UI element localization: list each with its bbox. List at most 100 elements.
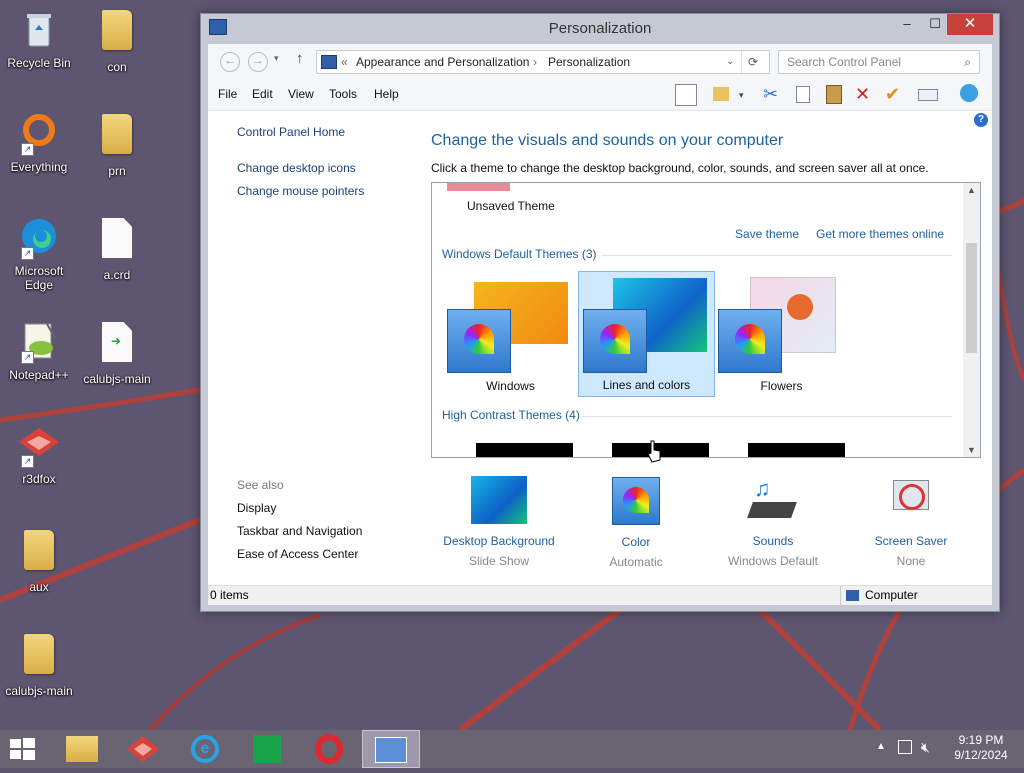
desktop-icon-recycle-bin[interactable]: Recycle Bin bbox=[1, 6, 77, 70]
color-setting[interactable]: Color Automatic bbox=[576, 476, 696, 569]
control-panel-icon bbox=[321, 55, 337, 69]
menu-view[interactable]: View bbox=[288, 87, 314, 101]
globe-icon[interactable] bbox=[960, 84, 980, 104]
folder-dropdown-icon[interactable]: ▾ bbox=[739, 90, 759, 110]
folder-options-icon[interactable] bbox=[713, 84, 733, 104]
desktop-icon-con[interactable]: con bbox=[79, 6, 155, 74]
get-more-themes-link[interactable]: Get more themes online bbox=[816, 227, 944, 241]
change-desktop-icons-link[interactable]: Change desktop icons bbox=[237, 161, 356, 175]
scrollbar-thumb[interactable] bbox=[966, 243, 977, 353]
breadcrumb-appearance[interactable]: Appearance and Personalization bbox=[356, 51, 529, 73]
menu-edit[interactable]: Edit bbox=[252, 87, 273, 101]
breadcrumb-personalization[interactable]: Personalization bbox=[548, 51, 630, 73]
ease-of-access-link[interactable]: Ease of Access Center bbox=[237, 547, 358, 561]
title-bar[interactable]: Personalization – ☐ ✕ bbox=[201, 14, 999, 42]
desktop-background-title: Desktop Background bbox=[443, 534, 555, 548]
volume-muted-icon[interactable]: 🔇︎ bbox=[921, 739, 930, 756]
theme-flowers[interactable]: Flowers bbox=[714, 273, 849, 397]
menu-tools[interactable]: Tools bbox=[329, 87, 357, 101]
desktop-icon-label: prn bbox=[108, 164, 126, 178]
layout-pane-icon[interactable] bbox=[675, 84, 697, 106]
desktop-icon-prn[interactable]: prn bbox=[79, 110, 155, 178]
taskbar: e ▲ 🔇︎ 9:19 PM 9/12/2024 bbox=[0, 730, 1024, 768]
taskbar-r3dfox[interactable] bbox=[114, 730, 172, 768]
taskbar-store[interactable] bbox=[238, 730, 296, 768]
hand-cursor-icon bbox=[647, 440, 661, 463]
clock-date: 9/12/2024 bbox=[954, 748, 1008, 762]
recycle-bin-icon bbox=[27, 14, 51, 47]
desktop-icon-calubjs-folder[interactable]: calubjs-main bbox=[1, 630, 77, 698]
address-dropdown-icon[interactable]: ⌄ bbox=[726, 51, 734, 73]
copy-icon[interactable] bbox=[793, 84, 813, 104]
desktop-background-setting[interactable]: Desktop Background Slide Show bbox=[439, 476, 559, 568]
high-contrast-theme-thumbnail[interactable] bbox=[748, 443, 845, 457]
desktop-background-icon bbox=[471, 476, 527, 524]
cut-icon[interactable]: ✂ bbox=[763, 84, 783, 104]
delete-icon[interactable]: ✕ bbox=[855, 84, 875, 104]
scroll-down-icon[interactable]: ▼ bbox=[967, 445, 976, 455]
network-icon[interactable] bbox=[898, 740, 912, 754]
theme-list[interactable]: Unsaved Theme Save theme Get more themes… bbox=[431, 182, 981, 458]
unsaved-theme-label[interactable]: Unsaved Theme bbox=[467, 199, 555, 213]
menu-help[interactable]: Help bbox=[374, 87, 399, 101]
high-contrast-header: High Contrast Themes (4) bbox=[442, 408, 580, 422]
clock[interactable]: 9:19 PM 9/12/2024 bbox=[946, 733, 1016, 763]
theme-label: Flowers bbox=[760, 379, 803, 393]
item-count: 0 items bbox=[210, 588, 249, 602]
desktop-icon-calubjs-file[interactable]: ➜ calubjs-main bbox=[79, 318, 155, 386]
desktop-icon-notepadpp[interactable]: ↗ Notepad++ bbox=[1, 318, 77, 382]
recent-locations-icon[interactable]: ▾ bbox=[274, 53, 279, 64]
taskbar-navigation-link[interactable]: Taskbar and Navigation bbox=[237, 524, 362, 538]
back-button[interactable]: ← bbox=[220, 52, 240, 72]
minimize-button[interactable]: – bbox=[893, 14, 921, 35]
high-contrast-theme-thumbnail[interactable] bbox=[476, 443, 573, 457]
scroll-up-icon[interactable]: ▲ bbox=[967, 185, 976, 195]
unsaved-theme-thumbnail[interactable] bbox=[447, 183, 510, 191]
refresh-icon[interactable]: ⟳ bbox=[748, 51, 758, 73]
control-panel-home-link[interactable]: Control Panel Home bbox=[237, 125, 345, 139]
display-link[interactable]: Display bbox=[237, 501, 276, 515]
menu-file[interactable]: File bbox=[218, 87, 237, 101]
theme-windows[interactable]: Windows bbox=[443, 273, 578, 397]
search-input[interactable]: Search Control Panel ⌕ bbox=[778, 50, 980, 74]
start-button[interactable] bbox=[8, 737, 36, 761]
taskbar-control-panel[interactable] bbox=[362, 730, 420, 768]
screen-saver-setting[interactable]: Screen Saver None bbox=[851, 476, 971, 568]
address-box[interactable]: « Appearance and Personalization › Perso… bbox=[316, 50, 770, 74]
screen-saver-icon bbox=[887, 476, 935, 524]
taskbar-file-explorer[interactable] bbox=[53, 730, 111, 768]
theme-list-scrollbar[interactable]: ▲ ▼ bbox=[963, 183, 980, 457]
color-palette-icon bbox=[612, 477, 660, 525]
address-overflow[interactable]: « bbox=[341, 51, 348, 73]
sounds-setting[interactable]: ♫ Sounds Windows Default bbox=[713, 476, 833, 568]
theme-lines-and-colors[interactable]: Lines and colors bbox=[578, 271, 715, 397]
up-arrow-icon[interactable]: ↑ bbox=[296, 50, 304, 67]
taskbar-internet-explorer[interactable]: e bbox=[176, 730, 234, 768]
screen-saver-sub: None bbox=[896, 554, 926, 568]
forward-button[interactable]: → bbox=[248, 52, 268, 72]
windows-logo-icon bbox=[10, 738, 35, 760]
section-divider bbox=[582, 416, 952, 417]
show-hidden-icons[interactable]: ▲ bbox=[876, 741, 886, 752]
taskbar-opera[interactable] bbox=[300, 730, 358, 768]
save-theme-link[interactable]: Save theme bbox=[735, 227, 799, 241]
check-icon[interactable]: ✔ bbox=[885, 84, 905, 104]
color-palette-icon bbox=[447, 309, 511, 373]
desktop-icon-a-crd[interactable]: a.crd bbox=[79, 214, 155, 282]
properties-icon[interactable] bbox=[918, 84, 938, 104]
search-icon[interactable]: ⌕ bbox=[964, 51, 971, 73]
change-mouse-pointers-link[interactable]: Change mouse pointers bbox=[237, 184, 364, 198]
search-placeholder: Search Control Panel bbox=[787, 55, 902, 69]
paste-icon[interactable] bbox=[823, 84, 843, 104]
desktop-icon-everything[interactable]: ↗ Everything bbox=[1, 110, 77, 174]
maximize-button[interactable]: ☐ bbox=[921, 14, 949, 35]
desktop-icon-r3dfox[interactable]: ↗ r3dfox bbox=[1, 422, 77, 486]
desktop-icon-edge[interactable]: ↗ Microsoft Edge bbox=[1, 214, 77, 292]
folder-icon bbox=[24, 530, 54, 570]
breadcrumb-separator: › bbox=[533, 55, 537, 69]
location-label: Computer bbox=[865, 588, 918, 602]
page-subtitle: Click a theme to change the desktop back… bbox=[431, 161, 929, 175]
desktop-icon-aux[interactable]: aux bbox=[1, 526, 77, 594]
close-button[interactable]: ✕ bbox=[947, 14, 993, 35]
help-icon[interactable]: ? bbox=[974, 113, 988, 127]
